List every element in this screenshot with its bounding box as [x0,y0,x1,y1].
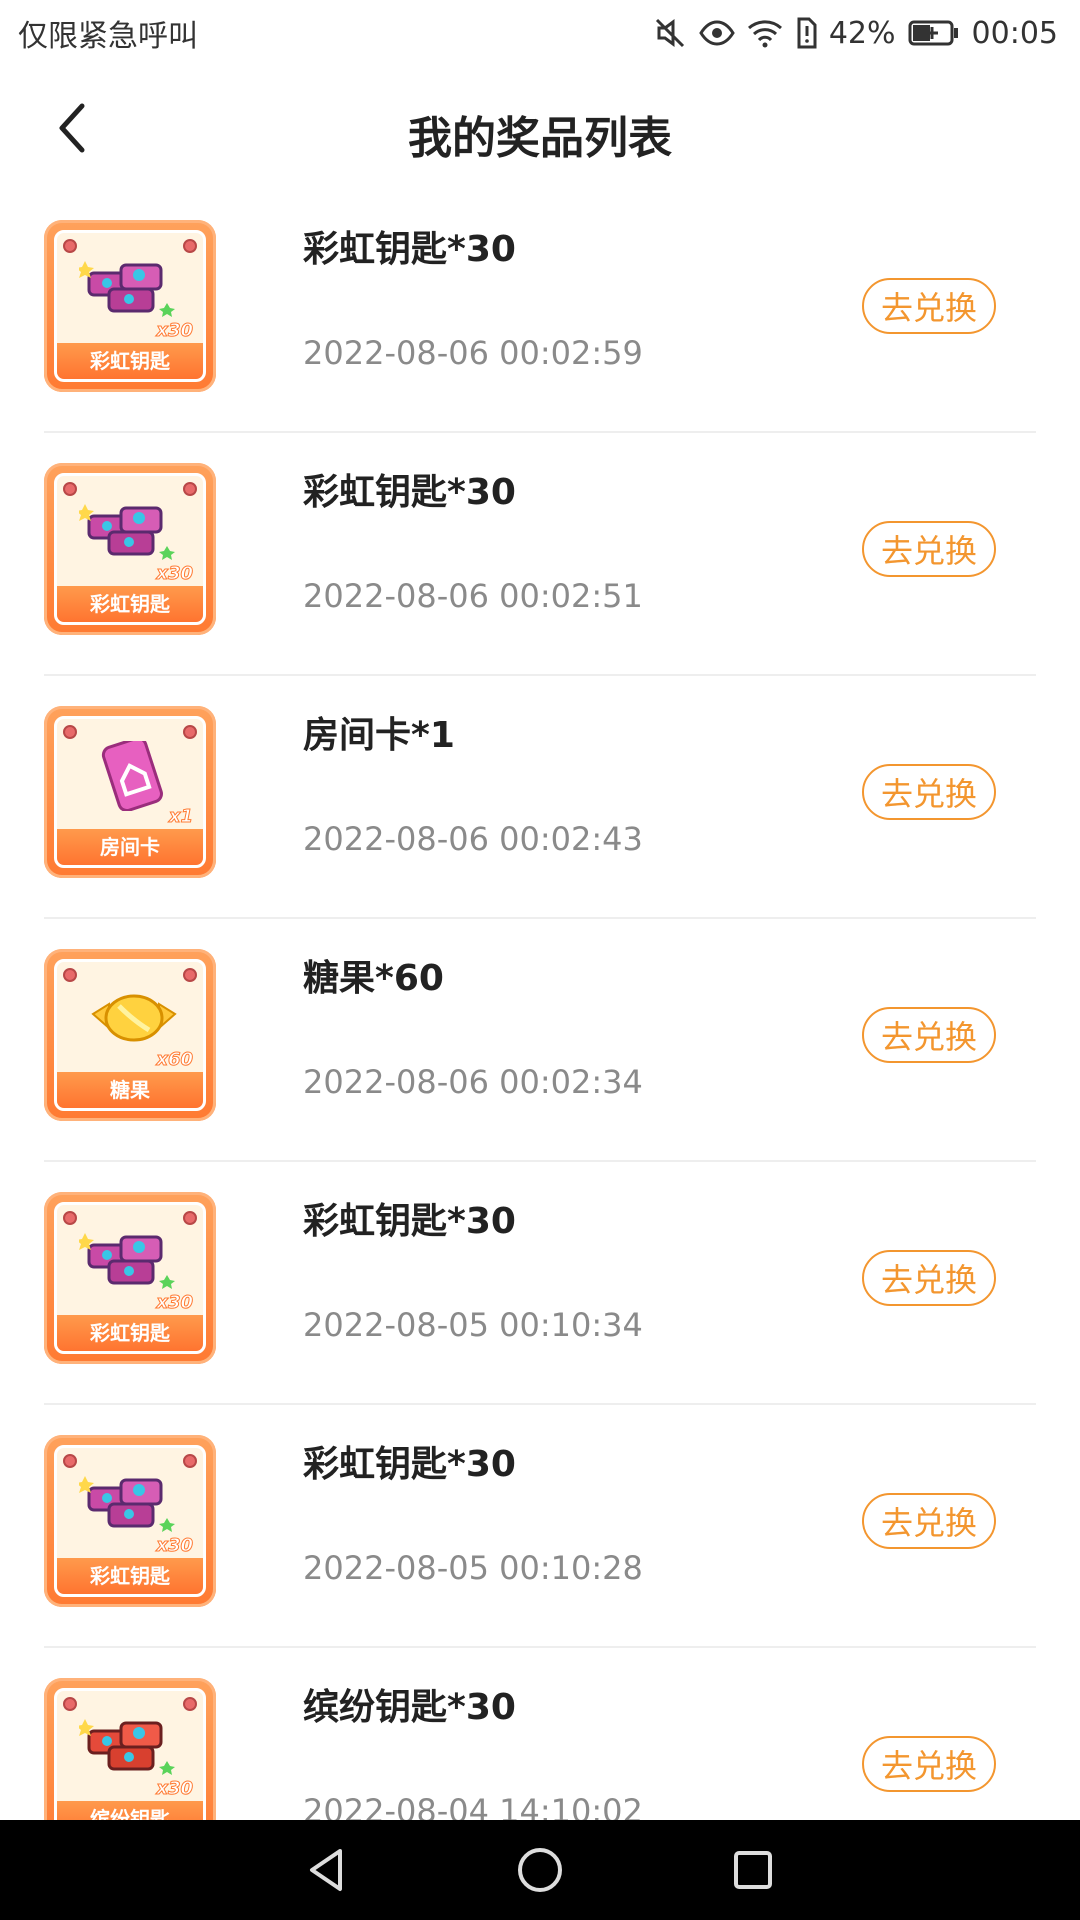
pin-icon [63,1454,77,1468]
sim-alert-icon [795,17,817,49]
status-icons: 42% 00:05 [653,16,1058,51]
thumbnail-label: 缤纷钥匙 [57,1801,203,1820]
pin-icon [63,1211,77,1225]
prize-row: x30 缤纷钥匙 缤纷钥匙*30 2022-08-04 14:10:02 去兑换 [44,1648,1036,1820]
eye-icon [699,18,735,48]
prize-row: x30 彩虹钥匙 彩虹钥匙*30 2022-08-05 00:10:28 去兑换 [44,1405,1036,1648]
thumbnail-quantity: x1 [168,806,193,828]
thumbnail-label: 房间卡 [57,829,203,865]
system-nav-bar [0,1820,1080,1920]
nav-home-button[interactable] [500,1830,580,1910]
pin-icon [183,1211,197,1225]
pin-icon [183,1697,197,1711]
nav-recents-button[interactable] [713,1830,793,1910]
prize-name: 房间卡*1 [303,715,455,756]
thumbnail-quantity: x30 [156,1292,194,1314]
battery-icon [908,19,960,47]
prize-name: 缤纷钥匙*30 [303,1687,516,1728]
carrier-text: 仅限紧急呼叫 [18,19,198,54]
back-triangle-icon [309,1849,342,1891]
pin-icon [63,239,77,253]
prize-name: 彩虹钥匙*30 [303,229,516,270]
prize-row: x60 糖果 糖果*60 2022-08-06 00:02:34 去兑换 [44,919,1036,1162]
prize-thumbnail: x30 彩虹钥匙 [44,463,216,635]
pin-icon [183,1454,197,1468]
pin-icon [63,482,77,496]
recents-square-icon [734,1851,773,1889]
prize-thumbnail: x30 缤纷钥匙 [44,1678,216,1820]
prize-time: 2022-08-04 14:10:02 [303,1792,643,1820]
prize-time: 2022-08-06 00:02:59 [303,334,643,372]
colorful-key-icon [76,1713,189,1783]
prize-name: 彩虹钥匙*30 [303,1444,516,1485]
prize-name: 糖果*60 [303,958,444,999]
wifi-icon [747,18,783,48]
rainbow-key-icon [76,255,189,325]
redeem-button[interactable]: 去兑换 [862,1493,996,1549]
prize-time: 2022-08-05 00:10:28 [303,1549,643,1587]
pin-icon [63,968,77,982]
thumbnail-quantity: x30 [156,1535,194,1557]
thumbnail-quantity: x30 [156,320,194,342]
prize-row: x30 彩虹钥匙 彩虹钥匙*30 2022-08-05 00:10:34 去兑换 [44,1162,1036,1405]
prize-thumbnail: x30 彩虹钥匙 [44,1435,216,1607]
prize-name: 彩虹钥匙*30 [303,1201,516,1242]
thumbnail-label: 彩虹钥匙 [57,1558,203,1594]
candy-icon [79,984,189,1054]
pin-icon [183,239,197,253]
pin-icon [183,725,197,739]
redeem-button[interactable]: 去兑换 [862,1007,996,1063]
prize-row: x30 彩虹钥匙 彩虹钥匙*30 2022-08-06 00:02:51 去兑换 [44,433,1036,676]
redeem-button[interactable]: 去兑换 [862,278,996,334]
prize-thumbnail: x1 房间卡 [44,706,216,878]
prize-time: 2022-08-06 00:02:34 [303,1063,643,1101]
thumbnail-label: 彩虹钥匙 [57,343,203,379]
pin-icon [183,968,197,982]
mute-icon [653,16,687,50]
pin-icon [63,725,77,739]
prize-time: 2022-08-05 00:10:34 [303,1306,643,1344]
thumbnail-label: 彩虹钥匙 [57,586,203,622]
prize-thumbnail: x60 糖果 [44,949,216,1121]
prize-time: 2022-08-06 00:02:43 [303,820,643,858]
thumbnail-quantity: x30 [156,563,194,585]
rainbow-key-icon [76,1227,189,1297]
page-title: 我的奖品列表 [408,113,672,164]
status-bar: 仅限紧急呼叫 42% 00:05 [0,0,1080,66]
thumbnail-label: 糖果 [57,1072,203,1108]
header: 我的奖品列表 [0,66,1080,190]
prize-row: x1 房间卡 房间卡*1 2022-08-06 00:02:43 去兑换 [44,676,1036,919]
home-circle-icon [517,1848,562,1892]
redeem-button[interactable]: 去兑换 [862,1250,996,1306]
thumbnail-quantity: x60 [156,1049,194,1071]
redeem-button[interactable]: 去兑换 [862,1736,996,1792]
prize-name: 彩虹钥匙*30 [303,472,516,513]
redeem-button[interactable]: 去兑换 [862,764,996,820]
prize-list[interactable]: x30 彩虹钥匙 彩虹钥匙*30 2022-08-06 00:02:59 去兑换 x30 彩… [0,190,1080,1820]
prize-time: 2022-08-06 00:02:51 [303,577,643,615]
thumbnail-label: 彩虹钥匙 [57,1315,203,1351]
redeem-button[interactable]: 去兑换 [862,521,996,577]
prize-row: x30 彩虹钥匙 彩虹钥匙*30 2022-08-06 00:02:59 去兑换 [44,190,1036,433]
rainbow-key-icon [76,1470,189,1540]
rainbow-key-icon [76,498,189,568]
room-card-icon [79,736,189,813]
prize-thumbnail: x30 彩虹钥匙 [44,1192,216,1364]
nav-back-button[interactable] [287,1830,367,1910]
battery-percent: 42% [828,15,896,51]
thumbnail-quantity: x30 [156,1778,194,1800]
prize-thumbnail: x30 彩虹钥匙 [44,220,216,392]
pin-icon [183,482,197,496]
pin-icon [63,1697,77,1711]
status-time: 00:05 [971,15,1058,51]
